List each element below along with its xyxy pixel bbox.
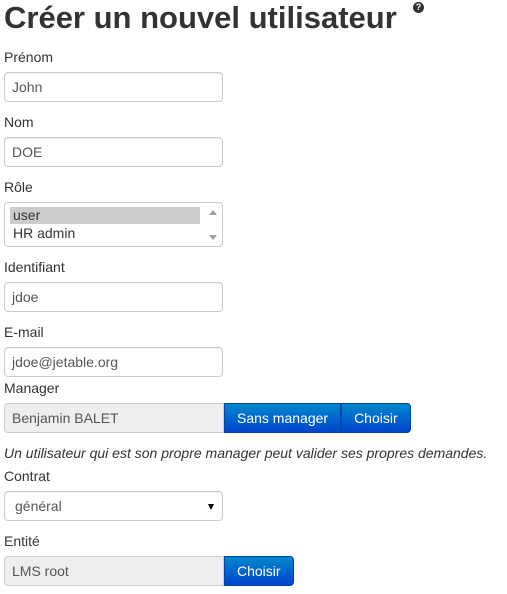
- role-option-user[interactable]: user: [10, 207, 200, 224]
- email-input[interactable]: jdoe@jetable.org: [4, 347, 223, 377]
- entity-input-group: LMS root Choisir: [4, 556, 294, 586]
- manager-input-group: Benjamin BALET Sans manager Choisir: [4, 403, 411, 433]
- scroll-down-arrow-icon[interactable]: [209, 235, 217, 240]
- email-label: E-mail: [4, 324, 44, 340]
- role-option-hr-admin[interactable]: HR admin: [10, 225, 200, 242]
- lastname-input[interactable]: DOE: [4, 137, 223, 167]
- entity-field: LMS root: [4, 556, 224, 586]
- contract-label: Contrat: [4, 468, 50, 484]
- login-label: Identifiant: [4, 259, 65, 275]
- role-listbox[interactable]: user HR admin: [4, 202, 223, 247]
- role-scrollbar[interactable]: [206, 205, 220, 244]
- manager-label: Manager: [4, 380, 60, 396]
- login-input[interactable]: jdoe: [4, 282, 223, 312]
- firstname-label: Prénom: [4, 49, 54, 65]
- role-label: Rôle: [4, 179, 33, 195]
- contract-selected-value: général: [15, 498, 62, 514]
- lastname-label: Nom: [4, 114, 34, 130]
- manager-field: Benjamin BALET: [4, 403, 224, 433]
- dropdown-caret-icon: [208, 504, 214, 510]
- choose-entity-button[interactable]: Choisir: [224, 556, 294, 586]
- scroll-up-arrow-icon[interactable]: [209, 210, 217, 215]
- firstname-input[interactable]: John: [4, 72, 223, 102]
- page-title: Créer un nouvel utilisateur: [4, 0, 397, 35]
- choose-manager-button[interactable]: Choisir: [341, 403, 411, 433]
- manager-help-note: Un utilisateur qui est son propre manage…: [4, 445, 488, 461]
- help-icon[interactable]: ?: [413, 2, 424, 13]
- entity-label: Entité: [4, 533, 40, 549]
- no-manager-button[interactable]: Sans manager: [224, 403, 342, 433]
- contract-select[interactable]: général: [4, 491, 223, 521]
